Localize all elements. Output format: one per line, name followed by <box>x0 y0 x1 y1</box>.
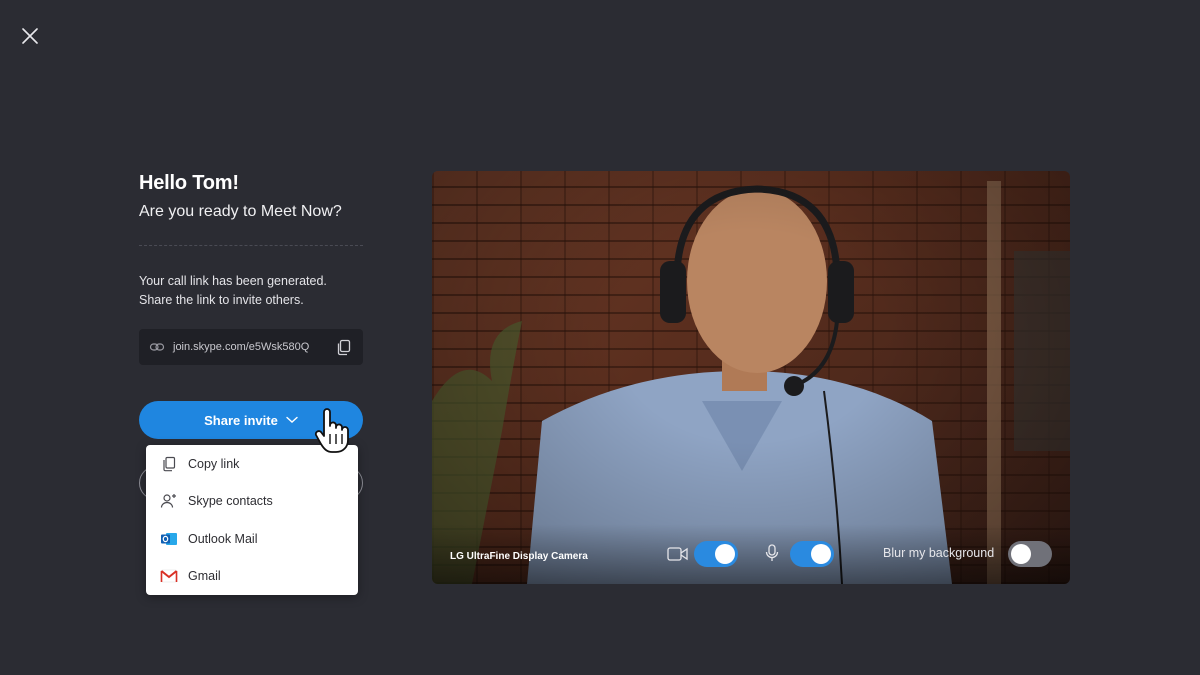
toggle-knob <box>715 544 735 564</box>
call-link-info: Your call link has been generated. Share… <box>139 274 327 307</box>
divider <box>139 245 363 246</box>
blur-background-toggle[interactable] <box>1008 541 1052 567</box>
video-controls-bar: LG UltraFine Display Camera Blur my back… <box>432 524 1070 584</box>
toggle-knob <box>811 544 831 564</box>
blur-background-label: Blur my background <box>883 546 995 560</box>
chevron-down-icon <box>286 416 298 424</box>
menu-item-label: Copy link <box>188 456 240 471</box>
copy-icon <box>160 455 178 473</box>
link-icon <box>149 339 165 355</box>
add-contact-icon <box>160 492 178 510</box>
close-icon <box>22 28 38 44</box>
outlook-icon <box>160 530 178 548</box>
toggle-knob <box>1011 544 1031 564</box>
camera-name: LG UltraFine Display Camera <box>450 551 588 562</box>
menu-item-gmail[interactable]: Gmail <box>146 558 358 596</box>
video-camera-icon <box>667 546 689 562</box>
microphone-icon <box>765 544 779 562</box>
call-link-text: join.skype.com/e5Wsk580Q <box>173 341 310 353</box>
microphone-toggle[interactable] <box>790 541 834 567</box>
meet-now-panel: Hello Tom! Are you ready to Meet Now? Yo… <box>139 172 363 439</box>
share-invite-label: Share invite <box>204 412 278 428</box>
greeting-subtitle: Are you ready to Meet Now? <box>139 203 342 220</box>
camera-preview: LG UltraFine Display Camera Blur my back… <box>432 171 1070 584</box>
menu-item-label: Skype contacts <box>188 494 273 509</box>
close-button[interactable] <box>18 24 42 48</box>
hand-cursor-icon <box>314 408 349 453</box>
copy-link-icon[interactable] <box>335 338 353 356</box>
call-link-box[interactable]: join.skype.com/e5Wsk580Q <box>139 329 363 365</box>
menu-item-skype-contacts[interactable]: Skype contacts <box>146 483 358 521</box>
camera-toggle[interactable] <box>694 541 738 567</box>
menu-item-label: Gmail <box>188 569 221 584</box>
gmail-icon <box>160 567 178 585</box>
share-invite-menu: Copy link Skype contacts Outlook Mail Gm… <box>146 445 358 595</box>
menu-item-outlook-mail[interactable]: Outlook Mail <box>146 520 358 558</box>
menu-item-label: Outlook Mail <box>188 531 258 546</box>
greeting-title: Hello Tom! <box>139 172 239 194</box>
video-vignette <box>432 171 1070 584</box>
